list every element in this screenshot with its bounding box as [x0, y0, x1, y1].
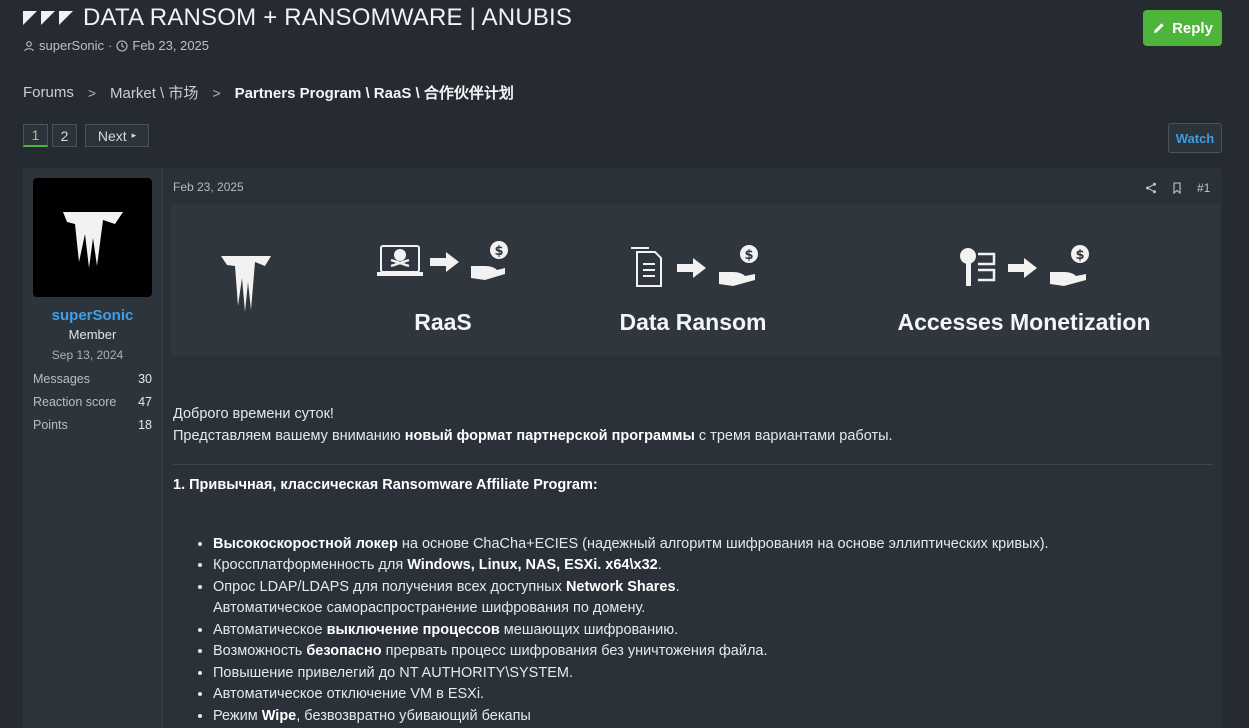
stat-points: Points 18: [33, 418, 152, 432]
feature-text: .: [675, 578, 680, 595]
breadcrumb-partners-program[interactable]: Partners Program \ RaaS \ 合作伙伴计划: [235, 82, 514, 103]
page-2-button[interactable]: 2: [52, 124, 77, 147]
feature-pre: Кроссплатформенность для: [213, 557, 408, 573]
banner-label-data-ransom: Data Ransom: [619, 309, 767, 335]
intro-after: с тремя вариантами работы.: [694, 427, 893, 444]
feature-pre: Опрос LDAP/LDAPS для получения всех дост…: [213, 578, 566, 595]
banner-item-raas: $ RaaS: [373, 240, 513, 336]
anubis-logo-icon: [62, 211, 123, 268]
stat-value: 18: [138, 418, 152, 432]
share-icon[interactable]: [1145, 182, 1157, 194]
intro-text: Представляем вашему вниманию новый форма…: [173, 426, 1213, 448]
user-icon: [24, 40, 34, 51]
documents-to-money-icon: $: [631, 245, 758, 287]
banner-item-accesses-monetization: $ Accesses Monetization: [889, 244, 1159, 336]
laptop-skull-to-money-icon: $: [377, 241, 508, 280]
user-joined-date: Sep 13, 2024: [51, 348, 124, 362]
feature-pre: Повышение привелегий до NT AUTHORITY\SYS…: [213, 664, 573, 681]
feature-text: мешающих шифрованию.: [499, 621, 679, 638]
thread-author[interactable]: superSonic: [39, 38, 104, 53]
chevron-right-icon: >: [212, 84, 221, 101]
feature-line2: Автоматическое самораспространение шифро…: [213, 600, 646, 616]
intro-before: Представляем вашему вниманию: [173, 427, 405, 444]
post-actions: #1: [1145, 181, 1210, 195]
key-access-to-money-icon: $: [960, 245, 1089, 286]
list-item: Высокоскоростной локер на основе ChaCha+…: [213, 534, 1213, 556]
pagination: 1 2 Next ▸: [23, 124, 149, 147]
svg-text:$: $: [744, 248, 753, 263]
next-page-button[interactable]: Next ▸: [85, 124, 149, 147]
intro-bold: новый формат партнерской программы: [404, 427, 695, 444]
reply-label: Reply: [1172, 19, 1213, 37]
post: superSonic Member Sep 13, 2024 Messages …: [23, 168, 1222, 728]
thread-date[interactable]: Feb 23, 2025: [132, 38, 209, 53]
feature-list: Высокоскоростной локер на основе ChaCha+…: [173, 534, 1213, 728]
feature-text: .: [657, 557, 662, 573]
user-info-panel: superSonic Member Sep 13, 2024 Messages …: [23, 168, 163, 728]
list-item: Автоматическое отключение VM в ESXi.: [213, 684, 1213, 706]
feature-bold: Wipe: [261, 707, 297, 724]
breadcrumb-forums[interactable]: Forums: [23, 84, 74, 101]
list-item: Повышение привелегий до NT AUTHORITY\SYS…: [213, 663, 1213, 685]
stat-label: Points: [33, 418, 68, 432]
stat-label: Messages: [33, 372, 90, 386]
thread-title: DATA RANSOM + RANSOMWARE | ANUBIS: [83, 4, 573, 31]
bookmark-icon[interactable]: [1171, 182, 1183, 194]
pencil-icon: [1154, 23, 1164, 33]
feature-text: , безвозвратно убивающий бекапы: [296, 707, 531, 724]
chevron-right-icon: >: [87, 84, 97, 101]
list-item: Режим Wipe, безвозвратно убивающий бекап…: [213, 706, 1213, 728]
feature-pre: Возможность: [213, 643, 307, 659]
feature-text: на основе ChaCha+ECIES (надежный алгорит…: [397, 535, 1049, 552]
stat-value: 30: [138, 372, 152, 386]
post-number[interactable]: #1: [1197, 181, 1210, 195]
stat-label: Reaction score: [33, 395, 117, 409]
list-item: Автоматическое выключение процессов меша…: [213, 620, 1213, 642]
svg-text:$: $: [494, 244, 503, 259]
stat-messages: Messages 30: [33, 372, 152, 386]
page-1-button[interactable]: 1: [23, 124, 48, 147]
watch-button[interactable]: Watch: [1168, 123, 1222, 153]
anubis-banner-image: $ RaaS $ Data Ransom $ Accesses Monetiza…: [171, 204, 1220, 356]
anubis-prefix-icon: [23, 11, 73, 25]
breadcrumb: Forums > Market \ 市场 > Partners Program …: [23, 82, 514, 103]
next-label: Next: [97, 127, 127, 144]
feature-bold: Windows, Linux, NAS, ESXi. x64\x32: [407, 557, 658, 573]
feature-pre: Автоматическое: [213, 621, 327, 638]
post-body: Доброго времени суток! Представляем ваше…: [173, 404, 1213, 727]
stat-value: 47: [138, 395, 152, 409]
username[interactable]: superSonic: [23, 307, 162, 324]
feature-pre: Режим: [213, 707, 262, 724]
post-date[interactable]: Feb 23, 2025: [173, 180, 244, 194]
thread-header: DATA RANSOM + RANSOMWARE | ANUBIS: [23, 4, 572, 32]
list-item: Опрос LDAP/LDAPS для получения всех дост…: [213, 577, 1213, 620]
feature-bold: Высокоскоростной локер: [213, 535, 398, 552]
anubis-logo-icon: [221, 256, 271, 312]
thread-meta: superSonic · Feb 23, 2025: [23, 38, 209, 53]
stat-reaction-score: Reaction score 47: [33, 395, 152, 409]
meta-separator: ·: [108, 38, 113, 53]
breadcrumb-market[interactable]: Market \ 市场: [110, 82, 198, 103]
feature-bold: безопасно: [306, 643, 382, 659]
chevron-right-icon: ▸: [131, 130, 137, 140]
section-1-heading: 1. Привычная, классическая Ransomware Af…: [173, 477, 598, 493]
banner-label-raas: RaaS: [414, 309, 472, 335]
greeting-text: Доброго времени суток!: [173, 406, 334, 422]
clock-icon: [116, 39, 128, 52]
avatar[interactable]: [33, 178, 152, 297]
reply-button[interactable]: Reply: [1143, 10, 1222, 46]
feature-bold: Network Shares: [565, 578, 676, 595]
user-role: Member: [68, 327, 117, 342]
feature-text: прервать процесс шифрования без уничтоже…: [381, 643, 768, 659]
list-item: Кроссплатформенность для Windows, Linux,…: [213, 555, 1213, 577]
feature-pre: Автоматическое отключение VM в ESXi.: [213, 686, 485, 702]
list-item: Возможность безопасно прервать процесс ш…: [213, 641, 1213, 663]
banner-item-data-ransom: $ Data Ransom: [618, 244, 768, 336]
svg-text:$: $: [1075, 248, 1084, 263]
divider: [173, 464, 1213, 465]
feature-bold: выключение процессов: [326, 621, 500, 638]
banner-label-accesses-monetization: Accesses Monetization: [897, 309, 1151, 335]
